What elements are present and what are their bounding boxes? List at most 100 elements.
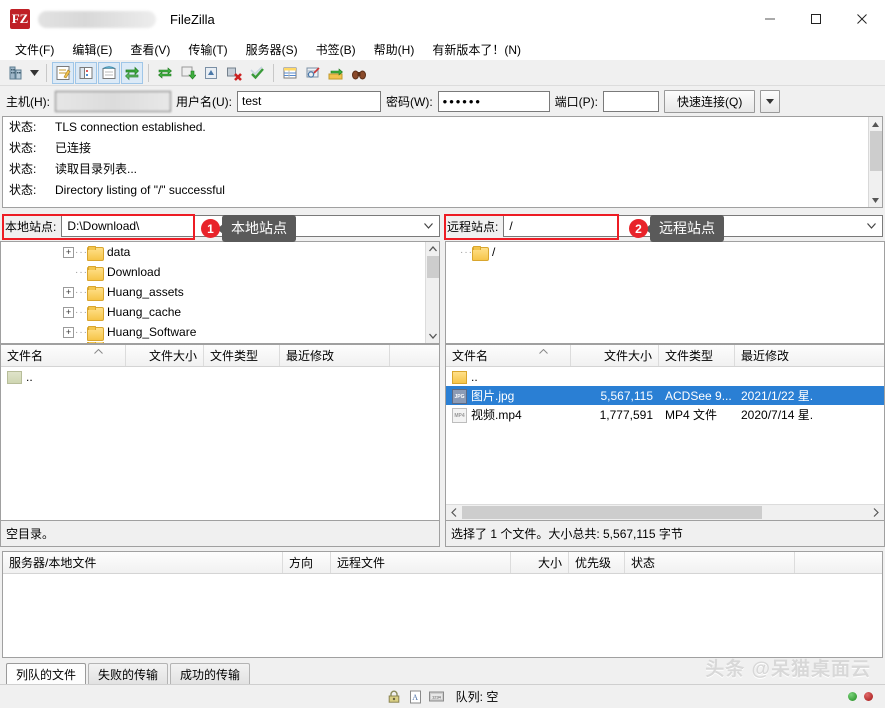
- refresh-icon[interactable]: [154, 62, 176, 84]
- toggle-local-tree-icon[interactable]: [75, 61, 97, 84]
- tree-item-label: Download: [107, 265, 161, 279]
- list-item[interactable]: 视频.mp4 1,777,591 MP4 文件 2020/7/14 星.: [446, 405, 884, 424]
- column-header-filename[interactable]: 文件名: [1, 345, 126, 366]
- column-header-filesize[interactable]: 文件大小: [126, 345, 204, 366]
- scroll-right-icon[interactable]: [868, 508, 884, 517]
- local-directory-tree[interactable]: + ··· data ··· Download + ··· Huang_asse…: [0, 241, 440, 344]
- tree-item[interactable]: ····· /: [446, 242, 884, 262]
- cancel-operation-icon[interactable]: [200, 62, 222, 84]
- quick-connect-bar: 主机(H): 用户名(U): test 密码(W): •••••• 端口(P):…: [0, 86, 885, 116]
- menu-view[interactable]: 查看(V): [121, 39, 179, 60]
- local-file-list[interactable]: 文件名 文件大小 文件类型 最近修改 ..: [0, 344, 440, 521]
- column-header-filename[interactable]: 文件名: [446, 345, 571, 366]
- remote-site-chevron-down-icon[interactable]: [863, 223, 880, 229]
- tab-queued-files[interactable]: 列队的文件: [6, 663, 87, 684]
- column-header-modified[interactable]: 最近修改: [280, 345, 390, 366]
- main-panes: + ··· data ··· Download + ··· Huang_asse…: [0, 241, 885, 684]
- lock-icon[interactable]: [387, 690, 402, 704]
- filter-icon[interactable]: [279, 62, 301, 84]
- queue-column-remote-file[interactable]: 远程文件: [331, 552, 511, 573]
- log-scrollbar[interactable]: [868, 117, 882, 207]
- expand-icon[interactable]: +: [63, 246, 74, 258]
- column-header-modified[interactable]: 最近修改: [735, 345, 845, 366]
- hscroll-thumb[interactable]: [462, 506, 762, 519]
- remote-list-horizontal-scrollbar[interactable]: [446, 504, 884, 520]
- toggle-message-log-icon[interactable]: [52, 61, 74, 84]
- site-manager-icon[interactable]: [4, 62, 26, 84]
- tree-item[interactable]: + ··· data: [1, 242, 439, 262]
- local-file-list-body[interactable]: ..: [1, 367, 439, 520]
- process-queue-icon[interactable]: [177, 62, 199, 84]
- expand-icon[interactable]: +: [63, 326, 74, 338]
- queue-column-size[interactable]: 大小: [511, 552, 569, 573]
- tab-failed-transfers[interactable]: 失败的传输: [88, 663, 169, 684]
- remote-file-list[interactable]: 文件名 文件大小 文件类型 最近修改 .. JPG 图片.jpg 5,567,1…: [445, 344, 885, 521]
- queue-tab-bar: 列队的文件 失败的传输 成功的传输: [0, 662, 885, 684]
- tree-item[interactable]: + ··· Huang_assets: [1, 282, 439, 302]
- certificate-icon[interactable]: A: [408, 690, 423, 704]
- local-site-chevron-down-icon[interactable]: [420, 223, 437, 229]
- reconnect-icon[interactable]: [246, 62, 268, 84]
- list-item[interactable]: ..: [446, 367, 884, 386]
- scroll-up-icon[interactable]: [426, 242, 439, 256]
- tree-item[interactable]: + ··· Huang_cache: [1, 302, 439, 322]
- tree-item[interactable]: + ··· Huang_Software: [1, 322, 439, 342]
- transfer-queue[interactable]: 服务器/本地文件 方向 远程文件 大小 优先级 状态: [2, 551, 883, 658]
- log-scroll-thumb[interactable]: [870, 131, 882, 171]
- queue-column-direction[interactable]: 方向: [283, 552, 331, 573]
- minimize-button[interactable]: [747, 0, 793, 38]
- column-label: 最近修改: [741, 349, 790, 363]
- expand-icon[interactable]: +: [63, 286, 74, 298]
- list-item[interactable]: ..: [1, 367, 439, 386]
- speed-icon[interactable]: 1234: [428, 690, 444, 704]
- port-input[interactable]: [603, 90, 659, 112]
- remote-file-list-body[interactable]: .. 图片.jpg 5,567,115 ACDSee 9... 2021/1/2…: [446, 367, 884, 504]
- menu-help[interactable]: 帮助(H): [365, 39, 424, 60]
- menu-file[interactable]: 文件(F): [6, 39, 63, 60]
- scroll-left-icon[interactable]: [446, 508, 462, 517]
- callout-2-badge: 2: [629, 219, 648, 238]
- scroll-down-icon[interactable]: [869, 193, 882, 207]
- local-status-line: 空目录。: [0, 521, 440, 547]
- toggle-remote-tree-icon[interactable]: [98, 61, 120, 84]
- scroll-down-icon[interactable]: [426, 329, 439, 343]
- tree-item[interactable]: ··· Download: [1, 262, 439, 282]
- menu-edit[interactable]: 编辑(E): [63, 39, 121, 60]
- remote-directory-tree[interactable]: ····· /: [445, 241, 885, 344]
- transfer-queue-body[interactable]: [3, 574, 882, 657]
- disconnect-icon[interactable]: [223, 62, 245, 84]
- username-input[interactable]: test: [237, 90, 381, 112]
- menu-server[interactable]: 服务器(S): [237, 39, 307, 60]
- port-label: 端口(P):: [554, 94, 598, 109]
- column-header-filesize[interactable]: 文件大小: [571, 345, 659, 366]
- callout-1-badge: 1: [201, 219, 220, 238]
- toggle-transfer-queue-icon[interactable]: [121, 61, 143, 84]
- maximize-button[interactable]: [793, 0, 839, 38]
- local-tree-scrollbar[interactable]: [425, 242, 439, 343]
- list-item[interactable]: 图片.jpg 5,567,115 ACDSee 9... 2021/1/22 星…: [446, 386, 884, 405]
- column-header-filetype[interactable]: 文件类型: [659, 345, 735, 366]
- synchronized-browsing-icon[interactable]: [325, 62, 347, 84]
- column-header-filetype[interactable]: 文件类型: [204, 345, 280, 366]
- expand-icon[interactable]: +: [63, 306, 74, 318]
- quick-connect-dropdown-icon[interactable]: [760, 89, 781, 113]
- tree-line: ···: [75, 306, 87, 318]
- menu-bookmarks[interactable]: 书签(B): [307, 39, 365, 60]
- file-name: ..: [26, 369, 33, 384]
- directory-comparison-icon[interactable]: [302, 62, 324, 84]
- host-input[interactable]: [55, 90, 171, 112]
- queue-column-status[interactable]: 状态: [625, 552, 795, 573]
- site-manager-dropdown-icon[interactable]: [27, 62, 41, 84]
- password-input[interactable]: ••••••: [437, 90, 550, 112]
- queue-column-priority[interactable]: 优先级: [569, 552, 625, 573]
- tree-scroll-thumb[interactable]: [427, 256, 439, 278]
- search-remote-files-icon[interactable]: [348, 62, 370, 84]
- scroll-up-icon[interactable]: [869, 117, 882, 131]
- menu-transfer[interactable]: 传输(T): [179, 39, 236, 60]
- quick-connect-button[interactable]: 快速连接(Q): [664, 89, 756, 113]
- close-button[interactable]: [839, 0, 885, 38]
- menu-new-version[interactable]: 有新版本了！(N): [423, 39, 530, 60]
- hscroll-track[interactable]: [462, 506, 868, 519]
- tab-successful-transfers[interactable]: 成功的传输: [170, 663, 251, 684]
- queue-column-server-local-file[interactable]: 服务器/本地文件: [3, 552, 283, 573]
